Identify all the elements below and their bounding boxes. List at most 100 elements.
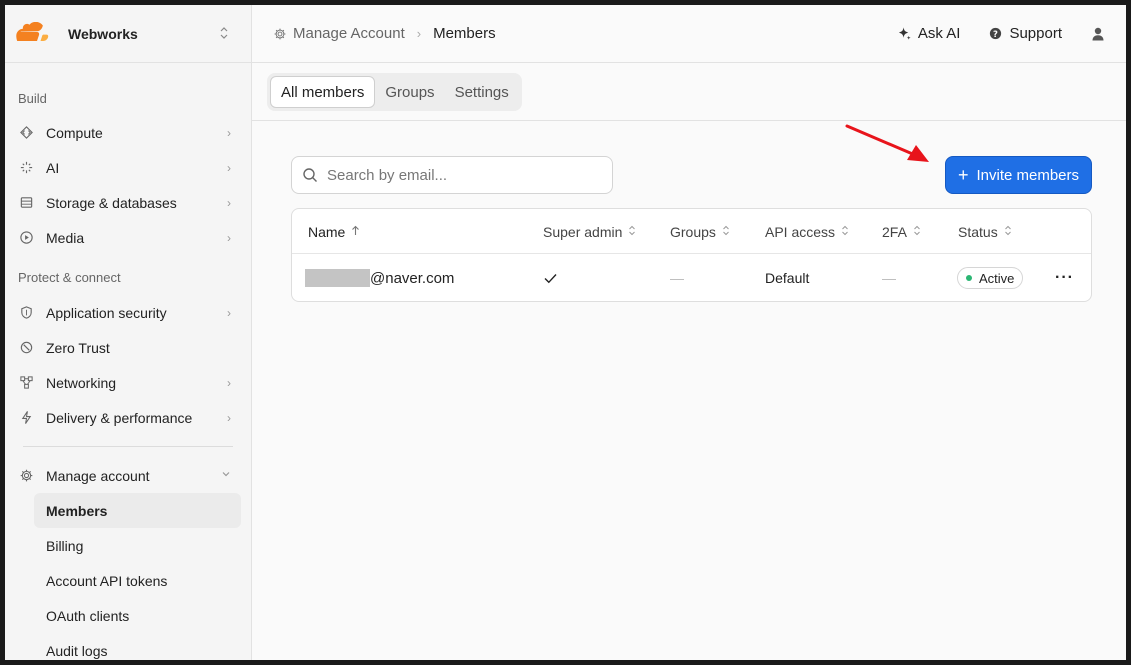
breadcrumb-current: Members xyxy=(433,25,496,42)
sidebar-item-storage[interactable]: Storage & databases › xyxy=(5,185,251,220)
app-window: Webworks Build Compute › AI › Storage & … xyxy=(5,5,1126,660)
zero-trust-icon xyxy=(18,340,34,356)
ask-ai-label: Ask AI xyxy=(917,25,961,42)
sidebar-item-label: Networking xyxy=(46,374,117,391)
status-label: Active xyxy=(979,270,1015,286)
section-label-build: Build xyxy=(18,91,47,106)
network-icon xyxy=(18,375,34,391)
chevron-right-icon: › xyxy=(227,160,231,175)
column-header-2fa[interactable]: 2FA xyxy=(882,209,921,254)
sidebar-item-label: Manage account xyxy=(46,467,150,484)
status-badge: Active xyxy=(957,267,1024,289)
gear-icon xyxy=(273,27,293,41)
chevron-right-icon: › xyxy=(227,125,231,140)
annotation-arrow-icon xyxy=(845,124,929,162)
twofa-value: — xyxy=(882,270,896,286)
ask-ai-button[interactable]: Ask AI xyxy=(897,25,961,42)
svg-text:?: ? xyxy=(994,29,999,39)
sparkle-icon xyxy=(898,27,911,40)
chevron-up-down-icon xyxy=(219,26,229,42)
column-header-label: Groups xyxy=(670,223,716,240)
plus-icon: + xyxy=(957,165,969,185)
sidebar-item-zero-trust[interactable]: Zero Trust xyxy=(5,330,251,365)
sidebar: Webworks Build Compute › AI › Storage & … xyxy=(5,5,252,660)
sidebar-item-media[interactable]: Media › xyxy=(5,220,251,255)
search-icon xyxy=(303,168,317,182)
chevron-down-icon xyxy=(221,469,231,482)
sidebar-item-label: Zero Trust xyxy=(46,339,110,356)
sidebar-subitem-audit-logs[interactable]: Audit logs xyxy=(34,633,241,660)
account-name: Webworks xyxy=(68,25,138,42)
chevron-right-icon: › xyxy=(227,230,231,245)
sidebar-subitem-billing[interactable]: Billing xyxy=(34,528,241,563)
sidebar-item-label: Compute xyxy=(46,124,103,141)
top-bar: Manage Account › Members Ask AI ? Suppor… xyxy=(252,5,1126,63)
sidebar-item-application-security[interactable]: Application security › xyxy=(5,295,251,330)
row-actions-more-icon[interactable]: ··· xyxy=(1055,254,1074,301)
shield-icon xyxy=(18,305,34,321)
sidebar-item-label: Storage & databases xyxy=(46,194,177,211)
chevron-right-icon: › xyxy=(227,410,231,425)
sidebar-item-networking[interactable]: Networking › xyxy=(5,365,251,400)
column-header-label: 2FA xyxy=(882,223,907,240)
column-header-label: Name xyxy=(308,223,346,240)
sidebar-subitem-api-tokens[interactable]: Account API tokens xyxy=(34,563,241,598)
gear-icon xyxy=(18,468,34,484)
support-button[interactable]: ? Support xyxy=(988,25,1062,42)
top-actions: Ask AI ? Support xyxy=(897,25,1126,42)
invite-members-button[interactable]: + Invite members xyxy=(945,156,1092,194)
chevron-right-icon: › xyxy=(227,305,231,320)
support-label: Support xyxy=(1009,25,1062,42)
user-icon[interactable] xyxy=(1090,26,1106,42)
super-admin-check-icon xyxy=(544,254,557,301)
search-input[interactable] xyxy=(327,166,597,184)
play-circle-icon xyxy=(18,230,34,246)
breadcrumb-separator-icon: › xyxy=(416,26,422,41)
chevron-right-icon: › xyxy=(227,195,231,210)
breadcrumb: Manage Account xyxy=(273,25,405,42)
table-row[interactable]: @naver.com — Default — Active ··· xyxy=(292,254,1091,301)
sort-icon xyxy=(722,225,730,239)
sort-icon xyxy=(913,225,921,239)
sidebar-item-label: Media xyxy=(46,229,85,246)
account-switcher[interactable]: Webworks xyxy=(5,5,251,63)
column-header-label: Status xyxy=(958,223,998,240)
api-access-value: Default xyxy=(765,270,810,286)
section-label-protect: Protect & connect xyxy=(18,270,121,285)
tab-settings[interactable]: Settings xyxy=(445,76,519,108)
sort-icon xyxy=(1004,225,1012,239)
groups-value: — xyxy=(670,270,684,286)
help-circle-icon: ? xyxy=(990,27,1002,40)
sidebar-subitem-oauth-clients[interactable]: OAuth clients xyxy=(34,598,241,633)
ai-sparkle-icon xyxy=(18,160,34,176)
column-header-status[interactable]: Status xyxy=(958,209,1012,254)
tab-all-members[interactable]: All members xyxy=(270,76,376,108)
member-email: @naver.com xyxy=(305,254,454,301)
column-header-name[interactable]: Name xyxy=(308,209,360,254)
tab-groups[interactable]: Groups xyxy=(375,76,444,108)
tab-bar: All members Groups Settings xyxy=(252,63,1126,121)
sidebar-item-ai[interactable]: AI › xyxy=(5,150,251,185)
column-header-api-access[interactable]: API access xyxy=(765,209,849,254)
chevron-right-icon: › xyxy=(227,375,231,390)
search-box xyxy=(291,156,613,194)
sidebar-divider xyxy=(23,446,233,447)
table-header: Name Super admin Groups API access 2FA S… xyxy=(292,209,1091,254)
sidebar-item-compute[interactable]: Compute › xyxy=(5,115,251,150)
sidebar-item-label: AI xyxy=(46,159,60,176)
sidebar-item-delivery-performance[interactable]: Delivery & performance › xyxy=(5,400,251,435)
sort-icon xyxy=(841,225,849,239)
members-table: Name Super admin Groups API access 2FA S… xyxy=(291,208,1092,302)
column-header-groups[interactable]: Groups xyxy=(670,209,730,254)
sidebar-item-manage-account[interactable]: Manage account xyxy=(5,458,251,493)
column-header-label: API access xyxy=(765,223,836,240)
breadcrumb-link-manage-account[interactable]: Manage Account xyxy=(293,25,405,42)
tab-group: All members Groups Settings xyxy=(267,73,522,111)
sort-icon xyxy=(628,225,636,239)
sidebar-subitem-members[interactable]: Members xyxy=(34,493,241,528)
redacted-text xyxy=(305,269,370,287)
status-cell: Active xyxy=(957,254,1024,301)
compute-icon xyxy=(18,125,34,141)
lightning-icon xyxy=(18,410,34,426)
column-header-super-admin[interactable]: Super admin xyxy=(543,209,636,254)
